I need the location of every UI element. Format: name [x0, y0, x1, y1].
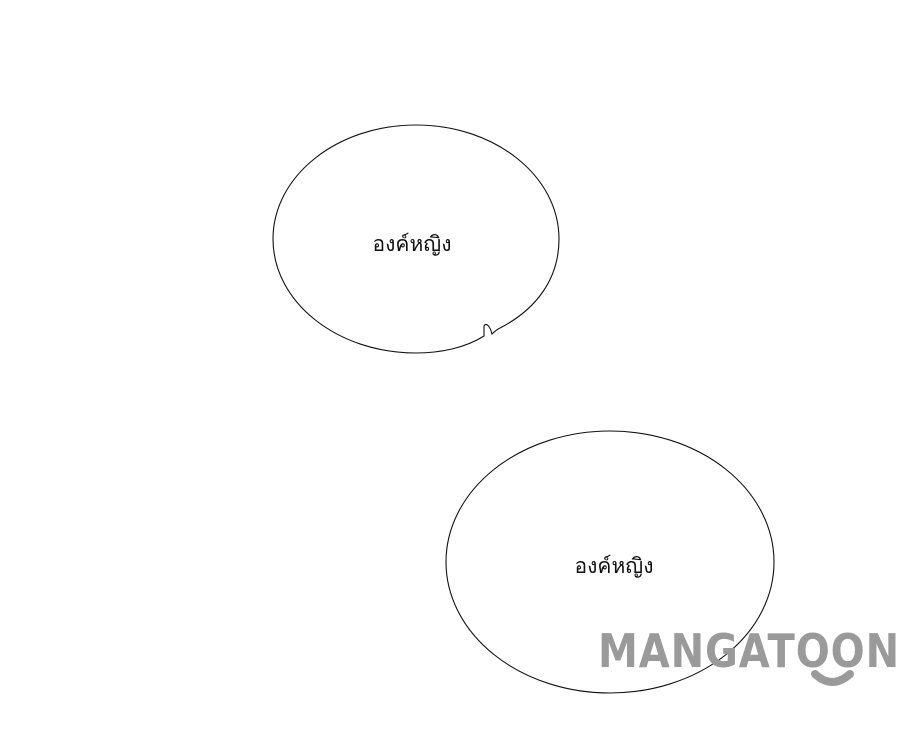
- watermark-text: MANGATOON: [598, 624, 900, 678]
- bubble-text: องค์หญิง: [575, 554, 654, 578]
- speech-bubble-1: องค์หญิง: [272, 124, 560, 354]
- mangatoon-watermark: MANGATOON: [598, 624, 900, 686]
- bubble-text: องค์หญิง: [373, 232, 452, 256]
- manga-panel: องค์หญิง องค์หญิง MANGATOON: [272, 124, 900, 694]
